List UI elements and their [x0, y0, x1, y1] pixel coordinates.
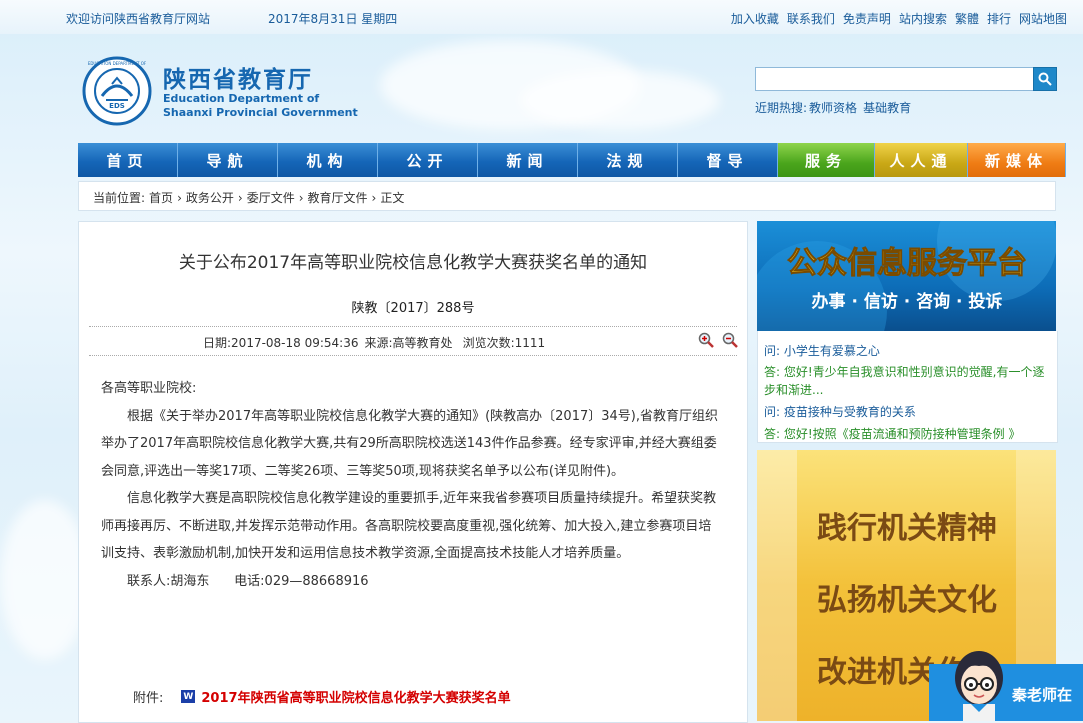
- top-bar: 欢迎访问陕西省教育厅网站 2017年8月31日 星期四 加入收藏 联系我们 免责…: [0, 0, 1083, 34]
- article-panel: 关于公布2017年高等职业院校信息化教学大赛获奖名单的通知 陕教〔2017〕28…: [78, 221, 748, 723]
- contact-us-link[interactable]: 联系我们: [787, 10, 835, 27]
- attachment-label: 附件:: [133, 691, 164, 706]
- nav-supervision[interactable]: 督导: [678, 143, 778, 177]
- breadcrumb-gov-affairs[interactable]: 政务公开: [186, 191, 234, 205]
- hot-term-basic-education[interactable]: 基础教育: [863, 101, 911, 115]
- nav-service[interactable]: 服务: [778, 143, 875, 177]
- banner2-line-1: 践行机关精神: [817, 511, 997, 546]
- traditional-chinese-link[interactable]: 繁體: [955, 10, 979, 27]
- banner2-line-2: 弘扬机关文化: [817, 583, 997, 618]
- nav-new-media[interactable]: 新媒体: [968, 143, 1066, 177]
- date-label: 日期:: [203, 336, 232, 350]
- education-department-logo[interactable]: EDS EDUCATION DEPARTMENT OF: [82, 56, 152, 126]
- hot-search-label: 近期热搜:: [755, 101, 808, 115]
- article-title: 关于公布2017年高等职业院校信息化教学大赛获奖名单的通知: [178, 253, 648, 273]
- nav-guide[interactable]: 导航: [178, 143, 278, 177]
- public-service-platform-banner[interactable]: 公众信息服务平台 办事 · 信访 · 咨询 · 投诉: [757, 221, 1056, 331]
- source-label: 来源:: [364, 336, 393, 350]
- nav-regulations[interactable]: 法规: [578, 143, 678, 177]
- view-count: 1111: [514, 336, 546, 350]
- assistant-label: 秦老师在: [1012, 686, 1073, 704]
- search-input[interactable]: [755, 67, 1037, 91]
- org-name-english-line1: Education Department of: [163, 92, 320, 105]
- zoom-in-icon[interactable]: [698, 332, 714, 348]
- qa-question[interactable]: 问: 疫苗接种与受教育的关系: [764, 403, 1049, 421]
- main-navigation: 首页 导航 机构 公开 新闻 法规 督导 服务 人人通 新媒体: [78, 143, 1066, 177]
- logo-ring-text: EDUCATION DEPARTMENT OF: [88, 61, 147, 66]
- hot-term-teacher-qualification[interactable]: 教师资格: [809, 101, 857, 115]
- qa-list: 问: 小学生有爱慕之心 答: 您好!青少年自我意识和性别意识的觉醒,有一个逐步和…: [757, 331, 1058, 443]
- article-meta: 日期:2017-08-18 09:54:36 来源:高等教育处 浏览次数:1111: [203, 334, 551, 351]
- salutation: 各高等职业院校:: [101, 381, 197, 396]
- document-number: 陕教〔2017〕288号: [351, 301, 475, 316]
- org-name-english-line2: Shaanxi Provincial Government: [163, 106, 358, 119]
- org-name-chinese: 陕西省教育厅: [163, 66, 313, 93]
- divider: [89, 355, 737, 356]
- nav-news[interactable]: 新闻: [478, 143, 578, 177]
- hot-search: 近期热搜: 教师资格 基础教育: [755, 99, 917, 116]
- paragraph-2: 信息化教学大赛是高职院校信息化教学建设的重要抓手,近年来我省参赛项目质量持续提升…: [101, 491, 717, 561]
- ranking-link[interactable]: 排行: [987, 10, 1011, 27]
- online-assistant-widget[interactable]: 秦老师在: [929, 651, 1083, 721]
- article-source: 高等教育处: [392, 336, 453, 350]
- search-icon: [1038, 72, 1052, 86]
- breadcrumb-prefix: 当前位置:: [93, 191, 146, 205]
- word-document-icon: W: [181, 690, 196, 703]
- breadcrumb-current: 正文: [380, 191, 405, 205]
- qa-answer[interactable]: 答: 您好!按照《疫苗流通和预防接种管理条例 》: [764, 425, 1049, 442]
- qa-question[interactable]: 问: 小学生有爱慕之心: [764, 342, 1049, 360]
- breadcrumb-dept-documents[interactable]: 委厅文件: [247, 191, 295, 205]
- breadcrumb-separator: ›: [237, 191, 243, 205]
- divider: [89, 326, 737, 327]
- zoom-out-icon[interactable]: [722, 332, 738, 348]
- site-search-link[interactable]: 站内搜索: [899, 10, 947, 27]
- assistant-avatar-icon: [955, 651, 1003, 721]
- breadcrumb-separator: ›: [371, 191, 377, 205]
- breadcrumb: 当前位置: 首页 › 政务公开 › 委厅文件 › 教育厅文件 › 正文: [78, 181, 1056, 211]
- banner1-title: 公众信息服务平台: [787, 246, 1027, 281]
- add-favorite-link[interactable]: 加入收藏: [731, 10, 779, 27]
- qa-answer[interactable]: 答: 您好!青少年自我意识和性别意识的觉醒,有一个逐步和渐进...: [764, 363, 1049, 399]
- top-links: 加入收藏 联系我们 免责声明 站内搜索 繁體 排行 网站地图: [731, 10, 1067, 27]
- disclaimer-link[interactable]: 免责声明: [843, 10, 891, 27]
- article-body: 各高等职业院校: 根据《关于举办2017年高等职业院校信息化教学大赛的通知》(陕…: [101, 375, 721, 595]
- current-date: 2017年8月31日 星期四: [268, 12, 398, 26]
- breadcrumb-separator: ›: [177, 191, 182, 205]
- nav-everyone[interactable]: 人人通: [875, 143, 968, 177]
- breadcrumb-edu-documents[interactable]: 教育厅文件: [308, 191, 368, 205]
- nav-home[interactable]: 首页: [78, 143, 178, 177]
- sitemap-link[interactable]: 网站地图: [1019, 10, 1067, 27]
- search-button[interactable]: [1033, 67, 1057, 91]
- paragraph-1: 根据《关于举办2017年高等职业院校信息化教学大赛的通知》(陕教高办〔2017〕…: [101, 408, 718, 479]
- breadcrumb-separator: ›: [298, 191, 304, 205]
- attachment: 附件: W 2017年陕西省高等职业院校信息化教学大赛获奖名单: [133, 687, 511, 706]
- nav-public[interactable]: 公开: [378, 143, 478, 177]
- views-label: 浏览次数:: [462, 336, 515, 350]
- breadcrumb-home[interactable]: 首页: [149, 191, 173, 205]
- contact-info: 联系人:胡海东 电话:029—88668916: [127, 573, 369, 589]
- attachment-link[interactable]: 2017年陕西省高等职业院校信息化教学大赛获奖名单: [201, 687, 510, 706]
- banner1-subtitle: 办事 · 信访 · 咨询 · 投诉: [812, 291, 1003, 312]
- nav-organization[interactable]: 机构: [278, 143, 378, 177]
- logo-center-text: EDS: [109, 102, 125, 110]
- publish-date: 2017-08-18 09:54:36: [231, 336, 359, 350]
- welcome-text: 欢迎访问陕西省教育厅网站: [66, 12, 211, 26]
